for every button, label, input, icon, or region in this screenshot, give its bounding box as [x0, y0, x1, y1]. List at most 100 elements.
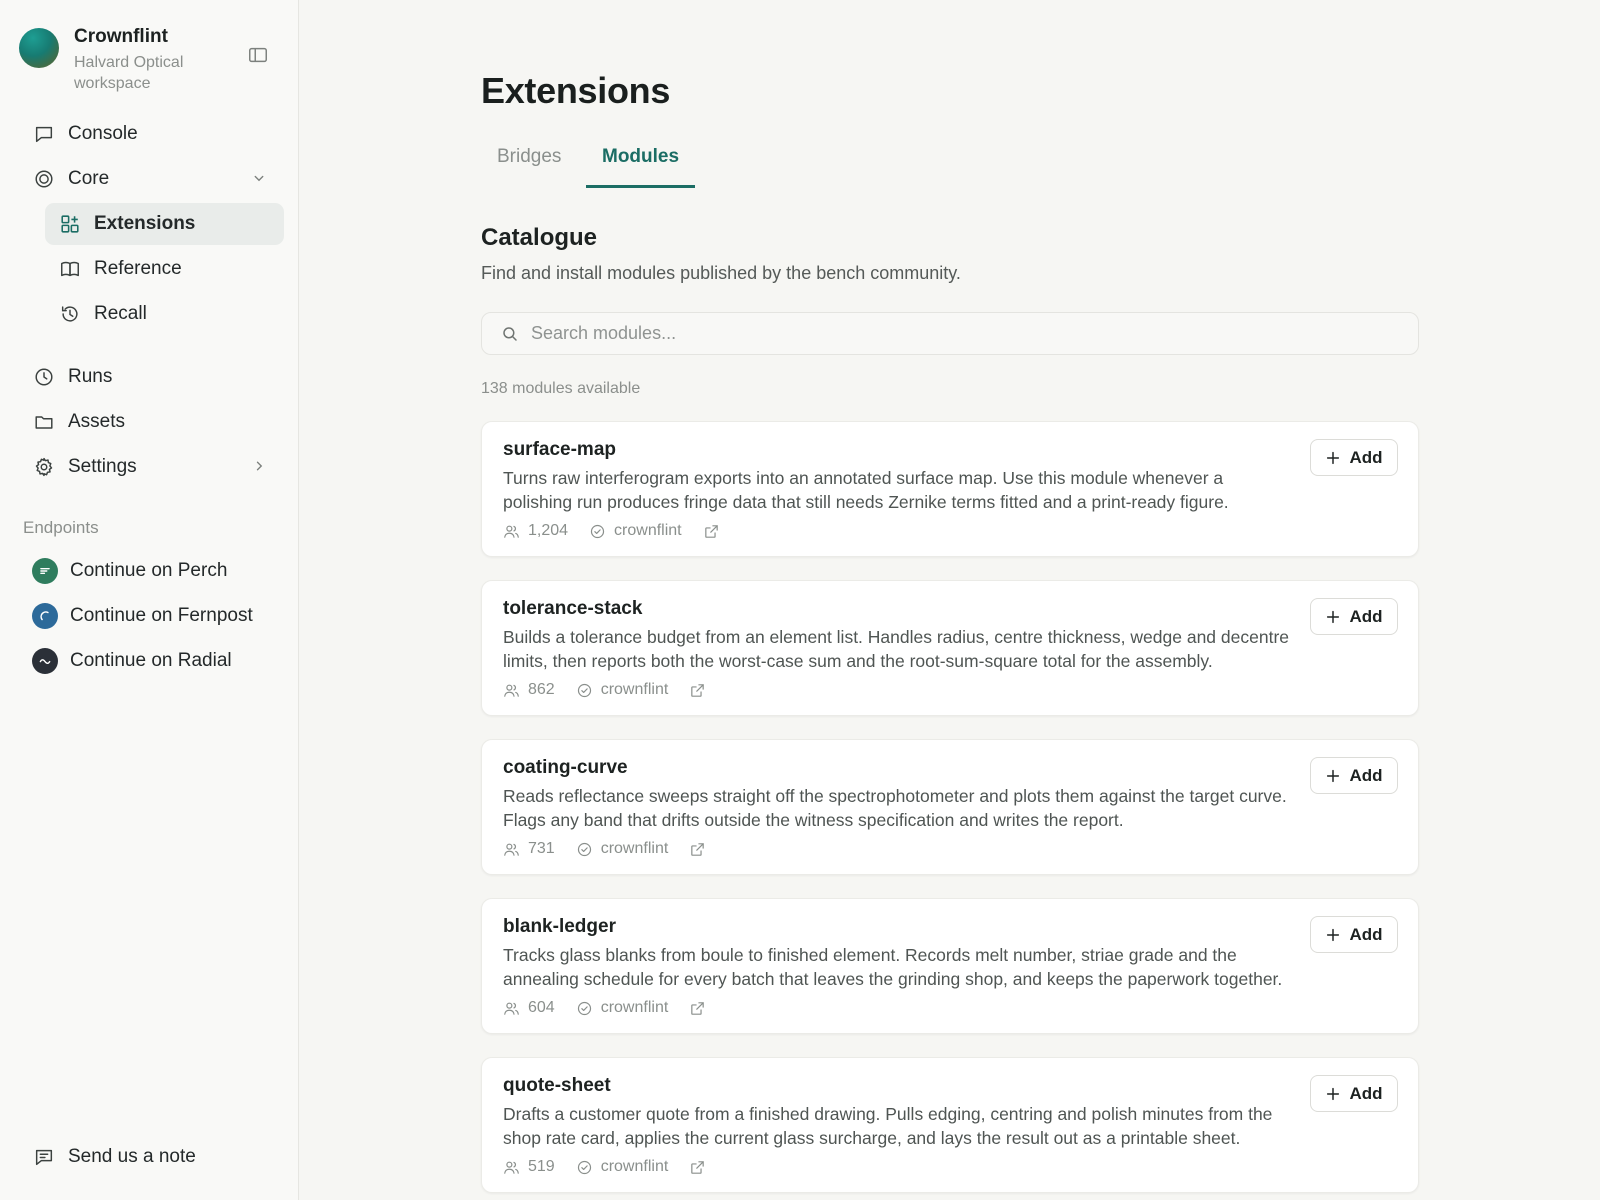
send-note-button[interactable]: Send us a note [22, 1136, 280, 1178]
endpoint-label: Continue on Radial [70, 650, 232, 671]
add-label: Add [1349, 924, 1383, 944]
search-icon [501, 325, 519, 343]
radial-icon [32, 648, 58, 674]
verified-icon [576, 1159, 593, 1176]
module-publisher: crownflint [614, 522, 682, 539]
add-label: Add [1349, 1083, 1383, 1103]
sidebar-item-label: Assets [68, 411, 126, 432]
module-meta: 519 crownflint [503, 1156, 706, 1178]
sidebar-item-label: Console [68, 123, 138, 144]
module-card: tolerance-stack Builds a tolerance budge… [481, 580, 1419, 716]
add-module-button[interactable]: Add [1310, 598, 1398, 635]
add-label: Add [1349, 765, 1383, 785]
folder-icon [33, 411, 55, 433]
target-icon [33, 168, 55, 190]
add-module-button[interactable]: Add [1310, 439, 1398, 476]
sidebar-item-extensions[interactable]: Extensions [45, 203, 284, 245]
module-name: blank-ledger [503, 916, 616, 937]
book-icon [59, 258, 81, 280]
module-users: 519 [528, 1158, 555, 1175]
extensions-icon [59, 213, 81, 235]
users-icon [503, 1000, 520, 1017]
module-publisher: crownflint [600, 840, 669, 857]
module-card: surface-map Turns raw interferogram expo… [481, 421, 1419, 557]
page-title: Extensions [481, 70, 671, 111]
main-content: Extensions Bridges Modules Catalogue Fin… [300, 0, 1600, 1200]
sidebar-item-core[interactable]: Core [22, 158, 280, 200]
add-module-button[interactable]: Add [1310, 757, 1398, 794]
module-description: Reads reflectance sweeps straight off th… [503, 786, 1287, 830]
history-icon [59, 303, 81, 325]
clock-icon [33, 366, 55, 388]
module-publisher: crownflint [600, 681, 669, 698]
module-name: coating-curve [503, 757, 628, 778]
module-description: Tracks glass blanks from boule to finish… [503, 945, 1283, 989]
users-icon [503, 682, 520, 699]
module-users: 1,204 [528, 522, 569, 539]
module-card: blank-ledger Tracks glass blanks from bo… [481, 898, 1419, 1034]
chat-bubble-icon [33, 123, 55, 145]
module-users: 604 [528, 999, 555, 1016]
catalogue-subtitle: Find and install modules published by th… [481, 263, 961, 283]
module-users: 731 [528, 840, 555, 857]
module-users: 862 [528, 681, 555, 698]
tab-bridges[interactable]: Bridges [481, 138, 577, 188]
plus-icon [1325, 450, 1341, 466]
verified-icon [589, 523, 606, 540]
external-link-icon[interactable] [689, 1159, 706, 1176]
plus-icon [1325, 927, 1341, 943]
sidebar-item-settings[interactable]: Settings [22, 446, 280, 488]
add-label: Add [1349, 447, 1383, 467]
sidebar: Crownflint Halvard Optical workspace Con… [0, 0, 299, 1200]
module-meta: 1,204 crownflint [503, 520, 720, 542]
send-note-label: Send us a note [68, 1146, 196, 1167]
sidebar-item-recall[interactable]: Recall [45, 293, 284, 335]
chevron-right-icon[interactable] [250, 457, 268, 475]
sidebar-item-label: Runs [68, 366, 113, 387]
chevron-down-icon[interactable] [250, 169, 268, 187]
sidebar-item-runs[interactable]: Runs [22, 356, 280, 398]
module-meta: 731 crownflint [503, 838, 706, 860]
catalogue-title: Catalogue [481, 224, 598, 251]
endpoint-perch[interactable]: Continue on Perch [22, 551, 280, 591]
plus-icon [1325, 768, 1341, 784]
workspace-name: Crownflint [74, 26, 168, 47]
module-publisher: crownflint [600, 1158, 669, 1175]
sidebar-item-reference[interactable]: Reference [45, 248, 284, 290]
add-module-button[interactable]: Add [1310, 1075, 1398, 1112]
add-label: Add [1349, 606, 1383, 626]
endpoint-label: Continue on Fernpost [70, 605, 253, 626]
endpoint-label: Continue on Perch [70, 560, 228, 581]
plus-icon [1325, 609, 1341, 625]
endpoint-fernpost[interactable]: Continue on Fernpost [22, 596, 280, 636]
verified-icon [576, 841, 593, 858]
sidebar-item-label: Extensions [94, 213, 196, 234]
module-card: quote-sheet Drafts a customer quote from… [481, 1057, 1419, 1193]
users-icon [503, 1159, 520, 1176]
external-link-icon[interactable] [689, 1000, 706, 1017]
module-name: tolerance-stack [503, 598, 643, 619]
tab-modules[interactable]: Modules [586, 138, 696, 188]
sidebar-collapse-icon[interactable] [247, 44, 269, 66]
plus-icon [1325, 1086, 1341, 1102]
search-box [481, 312, 1419, 355]
sidebar-item-assets[interactable]: Assets [22, 401, 280, 443]
module-description: Drafts a customer quote from a finished … [503, 1104, 1273, 1148]
search-input[interactable] [531, 323, 1391, 344]
workspace-avatar[interactable] [19, 28, 59, 68]
users-icon [503, 523, 520, 540]
endpoint-radial[interactable]: Continue on Radial [22, 641, 280, 681]
sidebar-item-console[interactable]: Console [22, 113, 280, 155]
add-module-button[interactable]: Add [1310, 916, 1398, 953]
module-meta: 862 crownflint [503, 679, 706, 701]
external-link-icon[interactable] [689, 682, 706, 699]
gear-icon [33, 456, 55, 478]
external-link-icon[interactable] [689, 841, 706, 858]
endpoints-label: Endpoints [23, 518, 99, 537]
perch-icon [32, 558, 58, 584]
workspace-header: Crownflint Halvard Optical workspace [19, 26, 279, 96]
verified-icon [576, 682, 593, 699]
sidebar-item-label: Reference [94, 258, 182, 279]
module-description: Builds a tolerance budget from an elemen… [503, 627, 1290, 671]
external-link-icon[interactable] [703, 523, 720, 540]
